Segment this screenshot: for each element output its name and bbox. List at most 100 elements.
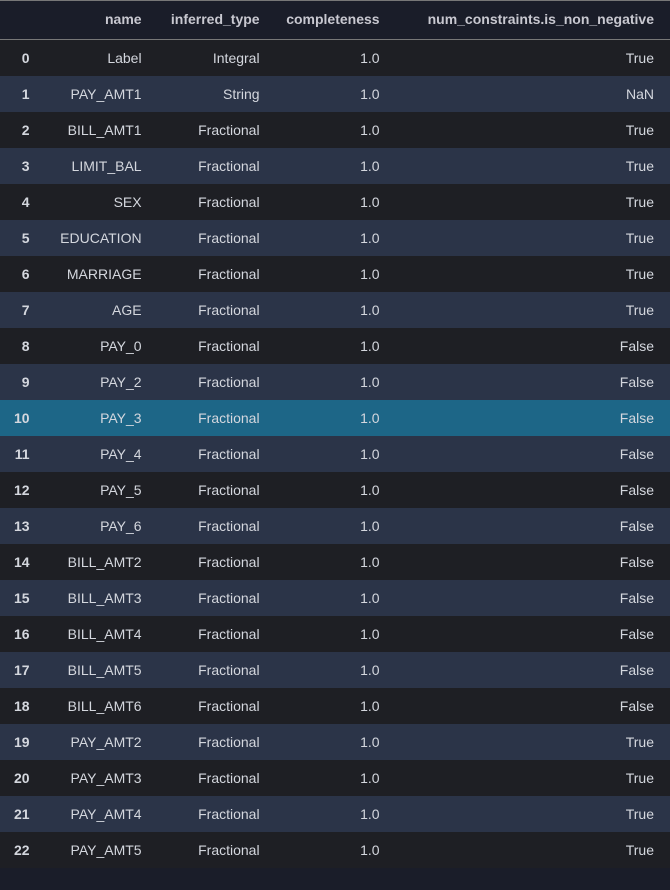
cell-inferred-type: Fractional — [150, 364, 268, 400]
table-row[interactable]: 19PAY_AMT2Fractional1.0True — [0, 724, 670, 760]
table-row[interactable]: 9PAY_2Fractional1.0False — [0, 364, 670, 400]
cell-constraint: False — [388, 652, 670, 688]
cell-index: 5 — [0, 220, 40, 256]
table-row[interactable]: 2BILL_AMT1Fractional1.0True — [0, 112, 670, 148]
header-constraint[interactable]: num_constraints.is_non_negative — [388, 1, 670, 40]
cell-index: 21 — [0, 796, 40, 832]
cell-index: 1 — [0, 76, 40, 112]
table-row[interactable]: 7AGEFractional1.0True — [0, 292, 670, 328]
cell-constraint: False — [388, 508, 670, 544]
cell-name: PAY_2 — [40, 364, 150, 400]
table-row[interactable]: 6MARRIAGEFractional1.0True — [0, 256, 670, 292]
table-row[interactable]: 10PAY_3Fractional1.0False — [0, 400, 670, 436]
cell-index: 9 — [0, 364, 40, 400]
cell-completeness: 1.0 — [268, 76, 388, 112]
table-row[interactable]: 21PAY_AMT4Fractional1.0True — [0, 796, 670, 832]
cell-completeness: 1.0 — [268, 328, 388, 364]
cell-index: 20 — [0, 760, 40, 796]
table-row[interactable]: 17BILL_AMT5Fractional1.0False — [0, 652, 670, 688]
cell-index: 3 — [0, 148, 40, 184]
cell-index: 22 — [0, 832, 40, 868]
cell-name: PAY_AMT2 — [40, 724, 150, 760]
cell-inferred-type: Fractional — [150, 616, 268, 652]
cell-constraint: False — [388, 400, 670, 436]
cell-name: PAY_3 — [40, 400, 150, 436]
cell-completeness: 1.0 — [268, 292, 388, 328]
cell-index: 19 — [0, 724, 40, 760]
cell-inferred-type: Fractional — [150, 328, 268, 364]
cell-index: 10 — [0, 400, 40, 436]
table-row[interactable]: 5EDUCATIONFractional1.0True — [0, 220, 670, 256]
cell-completeness: 1.0 — [268, 256, 388, 292]
cell-constraint: False — [388, 544, 670, 580]
cell-index: 0 — [0, 40, 40, 76]
table-row[interactable]: 12PAY_5Fractional1.0False — [0, 472, 670, 508]
header-inferred-type[interactable]: inferred_type — [150, 1, 268, 40]
cell-inferred-type: Fractional — [150, 724, 268, 760]
cell-completeness: 1.0 — [268, 184, 388, 220]
cell-name: BILL_AMT5 — [40, 652, 150, 688]
table-row[interactable]: 0LabelIntegral1.0True — [0, 40, 670, 76]
table-header-row: name inferred_type completeness num_cons… — [0, 1, 670, 40]
cell-name: EDUCATION — [40, 220, 150, 256]
table-row[interactable]: 13PAY_6Fractional1.0False — [0, 508, 670, 544]
cell-name: PAY_6 — [40, 508, 150, 544]
cell-inferred-type: Fractional — [150, 508, 268, 544]
cell-inferred-type: Fractional — [150, 256, 268, 292]
cell-name: PAY_0 — [40, 328, 150, 364]
cell-completeness: 1.0 — [268, 832, 388, 868]
cell-constraint: False — [388, 364, 670, 400]
cell-inferred-type: Fractional — [150, 400, 268, 436]
cell-index: 18 — [0, 688, 40, 724]
table-row[interactable]: 11PAY_4Fractional1.0False — [0, 436, 670, 472]
cell-completeness: 1.0 — [268, 580, 388, 616]
header-name[interactable]: name — [40, 1, 150, 40]
header-index[interactable] — [0, 1, 40, 40]
cell-name: PAY_4 — [40, 436, 150, 472]
cell-name: Label — [40, 40, 150, 76]
cell-inferred-type: Fractional — [150, 292, 268, 328]
cell-completeness: 1.0 — [268, 112, 388, 148]
cell-completeness: 1.0 — [268, 220, 388, 256]
table-row[interactable]: 22PAY_AMT5Fractional1.0True — [0, 832, 670, 868]
cell-name: PAY_AMT3 — [40, 760, 150, 796]
cell-name: AGE — [40, 292, 150, 328]
cell-index: 4 — [0, 184, 40, 220]
cell-constraint: True — [388, 148, 670, 184]
cell-constraint: True — [388, 724, 670, 760]
cell-constraint: False — [388, 616, 670, 652]
table-row[interactable]: 4SEXFractional1.0True — [0, 184, 670, 220]
table-row[interactable]: 15BILL_AMT3Fractional1.0False — [0, 580, 670, 616]
cell-inferred-type: Fractional — [150, 184, 268, 220]
header-completeness[interactable]: completeness — [268, 1, 388, 40]
cell-completeness: 1.0 — [268, 400, 388, 436]
cell-constraint: False — [388, 328, 670, 364]
cell-inferred-type: Fractional — [150, 220, 268, 256]
cell-name: LIMIT_BAL — [40, 148, 150, 184]
table-row[interactable]: 3LIMIT_BALFractional1.0True — [0, 148, 670, 184]
table-row[interactable]: 16BILL_AMT4Fractional1.0False — [0, 616, 670, 652]
cell-name: PAY_AMT5 — [40, 832, 150, 868]
cell-name: PAY_AMT1 — [40, 76, 150, 112]
cell-inferred-type: Fractional — [150, 796, 268, 832]
table-row[interactable]: 18BILL_AMT6Fractional1.0False — [0, 688, 670, 724]
cell-constraint: True — [388, 760, 670, 796]
cell-index: 7 — [0, 292, 40, 328]
cell-completeness: 1.0 — [268, 652, 388, 688]
table-row[interactable]: 14BILL_AMT2Fractional1.0False — [0, 544, 670, 580]
cell-inferred-type: String — [150, 76, 268, 112]
table-row[interactable]: 20PAY_AMT3Fractional1.0True — [0, 760, 670, 796]
cell-inferred-type: Fractional — [150, 148, 268, 184]
table-row[interactable]: 1PAY_AMT1String1.0NaN — [0, 76, 670, 112]
cell-constraint: True — [388, 796, 670, 832]
cell-completeness: 1.0 — [268, 364, 388, 400]
cell-index: 15 — [0, 580, 40, 616]
cell-completeness: 1.0 — [268, 616, 388, 652]
cell-constraint: True — [388, 292, 670, 328]
cell-completeness: 1.0 — [268, 688, 388, 724]
cell-inferred-type: Fractional — [150, 760, 268, 796]
table-row[interactable]: 8PAY_0Fractional1.0False — [0, 328, 670, 364]
cell-constraint: True — [388, 220, 670, 256]
table-body: 0LabelIntegral1.0True1PAY_AMT1String1.0N… — [0, 40, 670, 868]
cell-inferred-type: Fractional — [150, 112, 268, 148]
